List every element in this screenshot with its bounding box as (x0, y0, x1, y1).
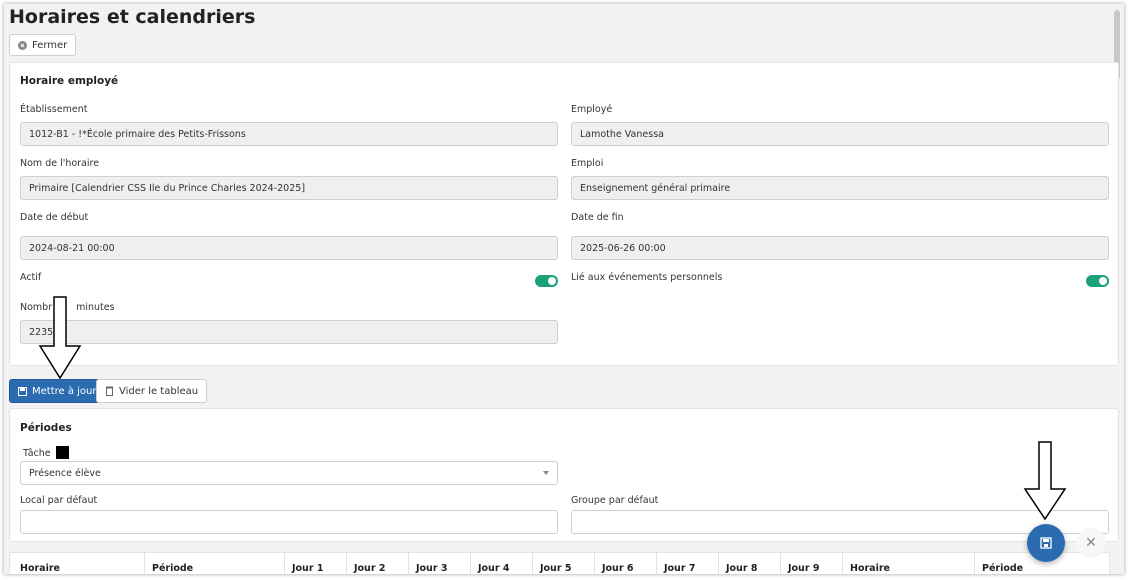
th-jour-8: Jour 8 (726, 563, 758, 574)
nom-horaire-field[interactable]: Primaire [Calendrier CSS Ile du Prince C… (20, 176, 558, 200)
column-divider (144, 553, 145, 574)
save-icon (18, 386, 27, 396)
periodes-title: Périodes (20, 422, 72, 434)
th-jour-3: Jour 3 (416, 563, 448, 574)
th-jour-7: Jour 7 (664, 563, 696, 574)
emploi-label: Emploi (571, 158, 604, 169)
groupe-label: Groupe par défaut (571, 495, 659, 506)
nom-horaire-label: Nom de l'horaire (20, 158, 100, 169)
etablissement-field[interactable]: 1012-B1 - !*École primaire des Petits-Fr… (20, 122, 558, 146)
column-divider (346, 553, 347, 574)
periodes-card: Périodes Tâche Présence élève Local par … (9, 408, 1119, 542)
color-swatch[interactable] (55, 446, 69, 459)
column-divider (284, 553, 285, 574)
tache-label: Tâche (23, 446, 69, 459)
annotation-arrow-down (1023, 441, 1067, 521)
emploi-field[interactable]: Enseignement général primaire (571, 176, 1109, 200)
close-circle-icon (18, 40, 27, 50)
th-jour-4: Jour 4 (478, 563, 510, 574)
column-divider (408, 553, 409, 574)
th-horaire-2: Horaire (850, 563, 890, 574)
th-jour-6: Jour 6 (602, 563, 634, 574)
lie-evenements-label: Lié aux événements personnels (571, 272, 723, 283)
column-divider (780, 553, 781, 574)
date-debut-field[interactable]: 2024-08-21 00:00 (20, 236, 558, 260)
actif-toggle[interactable] (535, 275, 558, 287)
th-jour-2: Jour 2 (354, 563, 386, 574)
tache-select[interactable]: Présence élève (20, 461, 558, 485)
close-icon: ✕ (1085, 535, 1097, 551)
th-periode: Période (152, 563, 194, 574)
card-title: Horaire employé (20, 75, 119, 87)
th-periode-2: Période (982, 563, 1024, 574)
date-fin-field[interactable]: 2025-06-26 00:00 (571, 236, 1109, 260)
th-jour-9: Jour 9 (788, 563, 820, 574)
schedule-table-header: Horaire Période Jour 1 Jour 2 Jour 3 Jou… (9, 552, 1110, 574)
close-button-label: Fermer (32, 39, 68, 51)
trash-icon (106, 386, 113, 396)
local-label: Local par défaut (20, 495, 98, 506)
column-divider (532, 553, 533, 574)
column-divider (470, 553, 471, 574)
tache-select-value: Présence élève (29, 467, 101, 479)
column-divider (842, 553, 843, 574)
close-button[interactable]: Fermer (9, 34, 77, 56)
th-horaire: Horaire (20, 563, 60, 574)
floating-close-button[interactable]: ✕ (1076, 528, 1106, 558)
page-title: Horaires et calendriers (9, 6, 256, 28)
app-window: Horaires et calendriers Fermer Horaire e… (4, 4, 1124, 574)
th-jour-5: Jour 5 (540, 563, 572, 574)
th-jour-1: Jour 1 (292, 563, 324, 574)
employee-schedule-card: Horaire employé Établissement 1012-B1 - … (9, 62, 1119, 366)
employe-label: Employé (571, 104, 613, 115)
annotation-arrow-down (38, 296, 82, 380)
clear-table-button[interactable]: Vider le tableau (96, 379, 208, 403)
clear-table-label: Vider le tableau (119, 385, 199, 397)
chevron-down-icon (543, 471, 549, 475)
nombre-minutes-field[interactable]: 2235 (20, 320, 558, 344)
save-icon (1040, 537, 1052, 549)
employe-field[interactable]: Lamothe Vanessa (571, 122, 1109, 146)
local-field[interactable] (20, 510, 558, 534)
update-button-label: Mettre à jour (32, 385, 97, 397)
tache-label-text: Tâche (23, 448, 51, 459)
lie-evenements-toggle[interactable] (1086, 275, 1109, 287)
column-divider (656, 553, 657, 574)
column-divider (718, 553, 719, 574)
floating-save-button[interactable] (1027, 524, 1065, 562)
update-button[interactable]: Mettre à jour (9, 379, 106, 403)
column-divider (594, 553, 595, 574)
date-debut-label: Date de début (20, 212, 89, 223)
actif-label: Actif (20, 272, 42, 283)
etablissement-label: Établissement (20, 104, 88, 115)
column-divider (974, 553, 975, 574)
date-fin-label: Date de fin (571, 212, 624, 223)
